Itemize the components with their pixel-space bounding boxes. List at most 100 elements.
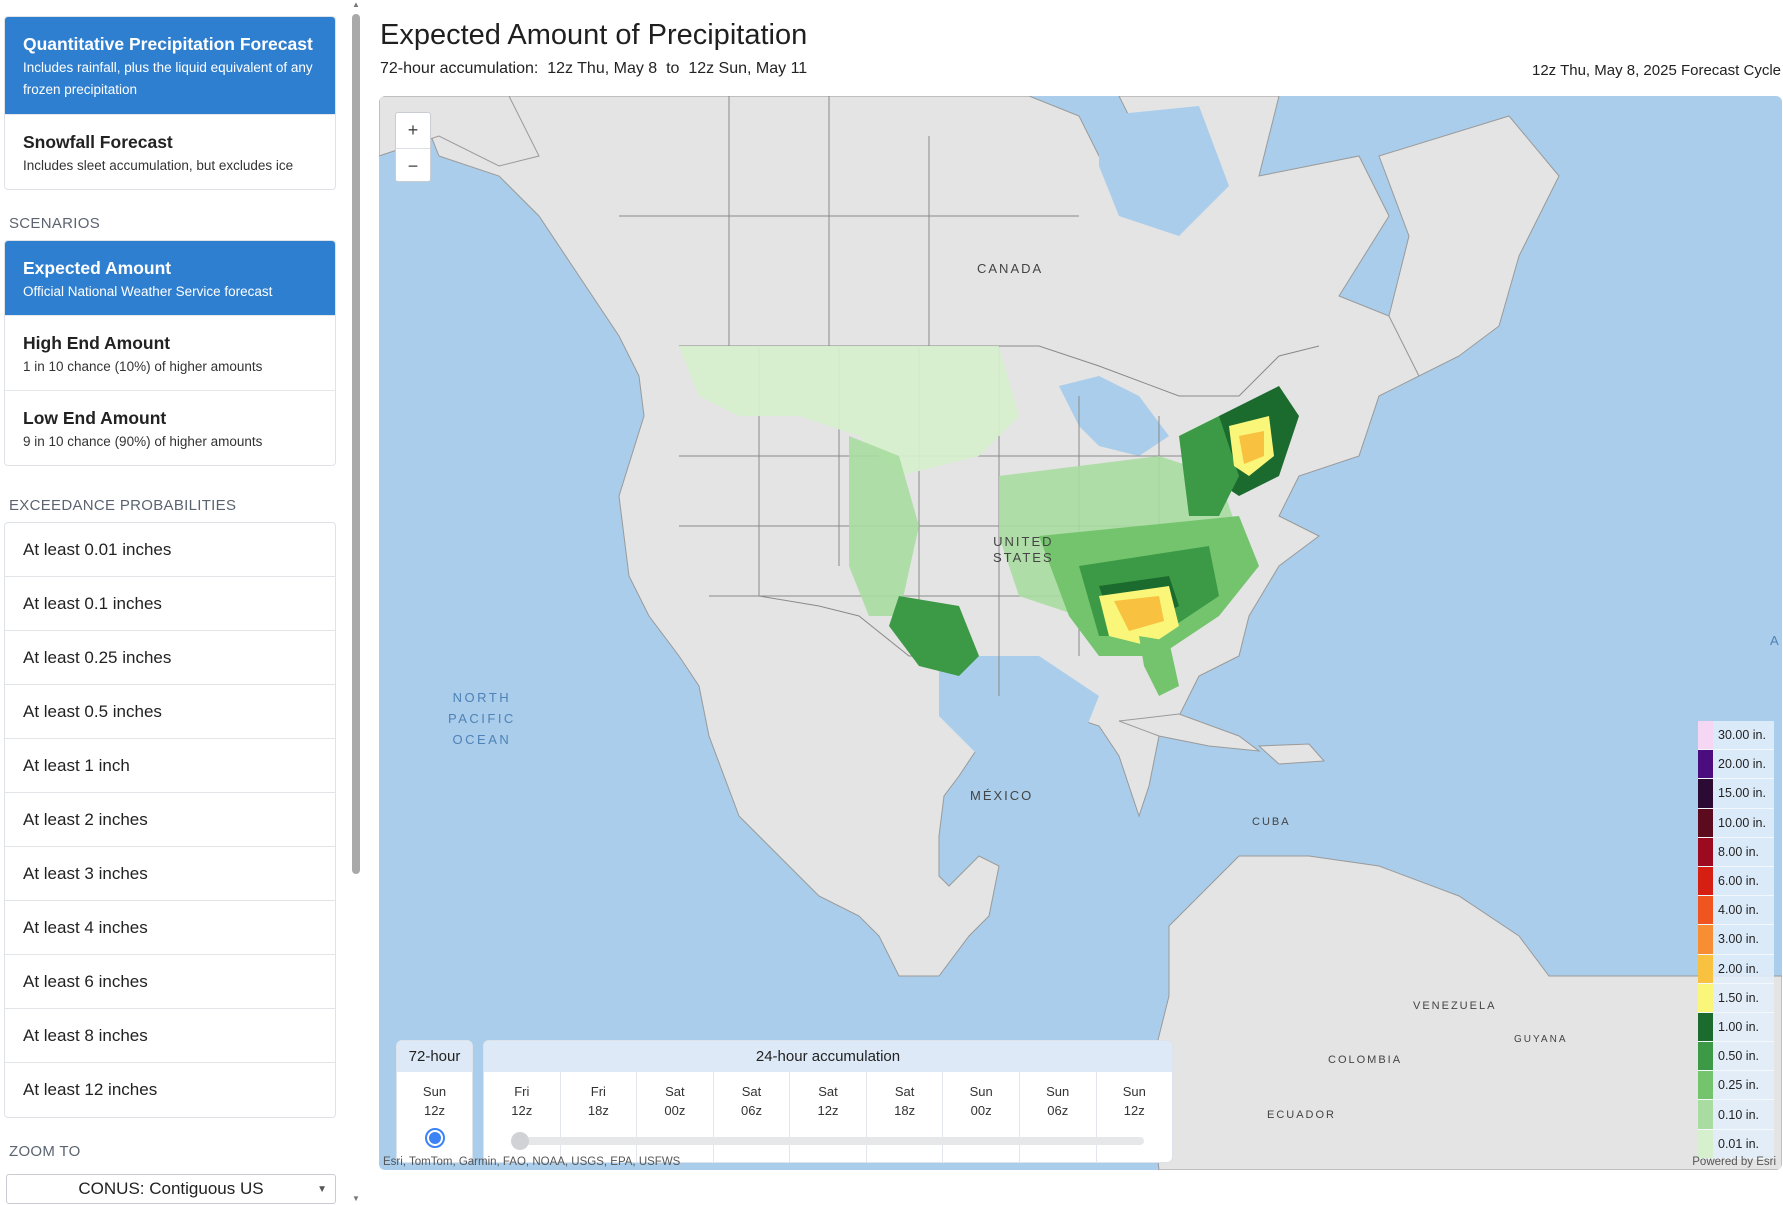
time-step[interactable]: Sat 00z xyxy=(637,1072,714,1162)
time-panel-72hr-step[interactable]: Sun 12z xyxy=(397,1072,472,1148)
precipitation-map[interactable]: + − CANADA UNITED STATES MÉXICO CUBA VEN… xyxy=(379,96,1782,1170)
product-card: Quantitative Precipitation Forecast Incl… xyxy=(4,16,336,190)
exceedance-option[interactable]: At least 1 inch xyxy=(5,739,335,793)
legend-label: 8.00 in. xyxy=(1718,844,1760,859)
legend-label: 2.00 in. xyxy=(1718,961,1760,976)
product-snowfall-subtitle: Includes sleet accumulation, but exclude… xyxy=(23,158,294,173)
step-day: Sun xyxy=(422,1084,447,1099)
legend-row: 6.00 in. xyxy=(1698,866,1774,897)
legend-row: 2.00 in. xyxy=(1698,954,1774,984)
step-time: 06z xyxy=(740,1103,762,1118)
product-snowfall[interactable]: Snowfall Forecast Includes sleet accumul… xyxy=(5,115,335,189)
legend-row: 1.50 in. xyxy=(1698,983,1774,1013)
legend-row: 1.00 in. xyxy=(1698,1012,1774,1043)
step-time: 00z xyxy=(664,1103,686,1118)
map-zoom-control: + − xyxy=(395,112,431,182)
legend-row: 3.00 in. xyxy=(1698,925,1774,955)
scenario-high-end-subtitle: 1 in 10 chance (10%) of higher amounts xyxy=(23,359,263,374)
exceedance-option[interactable]: At least 8 inches xyxy=(5,1009,335,1063)
scenario-high-end[interactable]: High End Amount 1 in 10 chance (10%) of … xyxy=(5,316,335,391)
time-slider-handle[interactable] xyxy=(511,1132,529,1150)
exceedance-option[interactable]: At least 6 inches xyxy=(5,955,335,1009)
accumulation-period: 72-hour accumulation: 12z Thu, May 8 to … xyxy=(380,60,808,77)
quebec-land xyxy=(1378,115,1560,377)
legend-row: 0.10 in. xyxy=(1698,1100,1774,1130)
step-day: Fri xyxy=(590,1084,606,1099)
scenario-low-end-subtitle: 9 in 10 chance (90%) of higher amounts xyxy=(23,434,263,449)
product-qpf[interactable]: Quantitative Precipitation Forecast Incl… xyxy=(5,17,335,115)
step-day: Sun xyxy=(1046,1084,1070,1099)
label-colombia: COLOMBIA xyxy=(1328,1054,1403,1066)
exceedance-option[interactable]: At least 0.1 inches xyxy=(5,577,335,631)
scenarios-heading: SCENARIOS xyxy=(9,215,101,232)
step-time: 12z xyxy=(1123,1103,1145,1118)
time-step[interactable]: Sat 06z xyxy=(714,1072,791,1162)
zoom-to-select[interactable]: CONUS: Contiguous US ▼ xyxy=(6,1174,336,1204)
time-steps: Fri 12z Fri 18z Sat 00z Sat 06z Sat 12z Sat 18… xyxy=(484,1072,1173,1162)
time-step[interactable]: Sat 12z xyxy=(790,1072,867,1162)
label-ecuador: ECUADOR xyxy=(1267,1109,1337,1121)
scroll-down-icon[interactable]: ▼ xyxy=(352,1194,360,1203)
scenario-low-end[interactable]: Low End Amount 9 in 10 chance (90%) of h… xyxy=(5,391,335,465)
legend-label: 15.00 in. xyxy=(1718,786,1766,801)
label-mexico: MÉXICO xyxy=(970,788,1034,803)
product-qpf-title: Quantitative Precipitation Forecast xyxy=(23,34,313,54)
zoom-to-value: CONUS: Contiguous US xyxy=(78,1179,264,1198)
exceedance-card: At least 0.01 inches At least 0.1 inches… xyxy=(4,522,336,1118)
product-snowfall-title: Snowfall Forecast xyxy=(23,132,173,152)
exceedance-option[interactable]: At least 0.25 inches xyxy=(5,631,335,685)
zoom-heading: ZOOM TO xyxy=(9,1143,81,1160)
step-time: 12z xyxy=(424,1103,445,1118)
label-united-states: UNITED STATES xyxy=(993,534,1054,565)
time-step[interactable]: Sun 06z xyxy=(1020,1072,1097,1162)
legend-label: 3.00 in. xyxy=(1718,932,1760,947)
scenario-expected-subtitle: Official National Weather Service foreca… xyxy=(23,284,273,299)
legend-swatch xyxy=(1698,1012,1713,1042)
label-atlantic-cut: A xyxy=(1770,633,1779,648)
legend-swatch xyxy=(1698,779,1713,808)
time-step[interactable]: Fri 18z xyxy=(561,1072,638,1162)
exceedance-option[interactable]: At least 4 inches xyxy=(5,901,335,955)
exceedance-option[interactable]: At least 0.5 inches xyxy=(5,685,335,739)
time-step[interactable]: Sun 00z xyxy=(943,1072,1020,1162)
legend-swatch xyxy=(1698,896,1713,925)
powered-by-esri[interactable]: Powered by Esri xyxy=(1692,1156,1776,1168)
exceedance-option[interactable]: At least 2 inches xyxy=(5,793,335,847)
label-guyana: GUYANA xyxy=(1514,1034,1568,1045)
legend-label: 0.01 in. xyxy=(1718,1136,1760,1151)
legend-swatch xyxy=(1698,1071,1713,1100)
time-panel-24hr-header: 24-hour accumulation xyxy=(484,1041,1172,1072)
scroll-up-icon[interactable]: ▲ xyxy=(352,0,360,9)
legend-row: 8.00 in. xyxy=(1698,837,1774,867)
sidebar-scroll-thumb[interactable] xyxy=(352,14,360,874)
hispaniola-land xyxy=(1257,743,1326,765)
legend-row: 0.50 in. xyxy=(1698,1042,1774,1072)
exceedance-option[interactable]: At least 3 inches xyxy=(5,847,335,901)
label-cuba: CUBA xyxy=(1252,816,1291,828)
legend-swatch xyxy=(1698,866,1713,896)
zoom-out-button[interactable]: − xyxy=(396,148,430,183)
zoom-in-button[interactable]: + xyxy=(396,113,430,148)
page-title: Expected Amount of Precipitation xyxy=(380,19,808,51)
time-step[interactable]: Sun 12z xyxy=(1097,1072,1173,1162)
legend-swatch xyxy=(1698,750,1713,779)
step-day: Sat xyxy=(665,1084,685,1099)
step-time: 18z xyxy=(894,1103,916,1118)
time-slider-track[interactable] xyxy=(514,1137,1144,1145)
label-north-pacific-ocean: NORTH PACIFIC OCEAN xyxy=(448,690,516,747)
legend-row: 15.00 in. xyxy=(1698,779,1774,809)
legend-row: 30.00 in. xyxy=(1698,721,1774,751)
scenario-expected-title: Expected Amount xyxy=(23,258,172,278)
exceedance-option[interactable]: At least 12 inches xyxy=(5,1063,335,1117)
radio-selected-icon[interactable] xyxy=(424,1128,445,1148)
legend-swatch xyxy=(1698,954,1713,983)
scenario-card: Expected Amount Official National Weathe… xyxy=(4,240,336,466)
time-step[interactable]: Sat 18z xyxy=(867,1072,944,1162)
step-day: Fri xyxy=(514,1084,530,1099)
legend-row: 0.01 in. xyxy=(1698,1129,1774,1159)
exceedance-option[interactable]: At least 0.01 inches xyxy=(5,523,335,577)
legend-label: 0.50 in. xyxy=(1718,1049,1760,1064)
scenario-expected[interactable]: Expected Amount Official National Weathe… xyxy=(5,241,335,316)
product-qpf-subtitle: Includes rainfall, plus the liquid equiv… xyxy=(23,60,313,97)
legend-label: 1.50 in. xyxy=(1718,990,1760,1005)
